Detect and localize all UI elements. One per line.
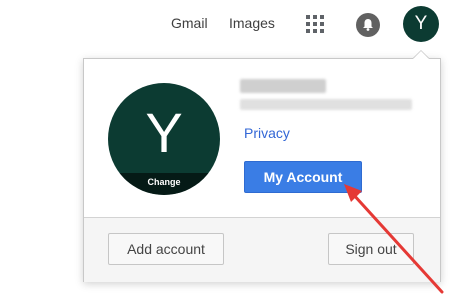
annotation-arrow-icon <box>344 184 444 294</box>
